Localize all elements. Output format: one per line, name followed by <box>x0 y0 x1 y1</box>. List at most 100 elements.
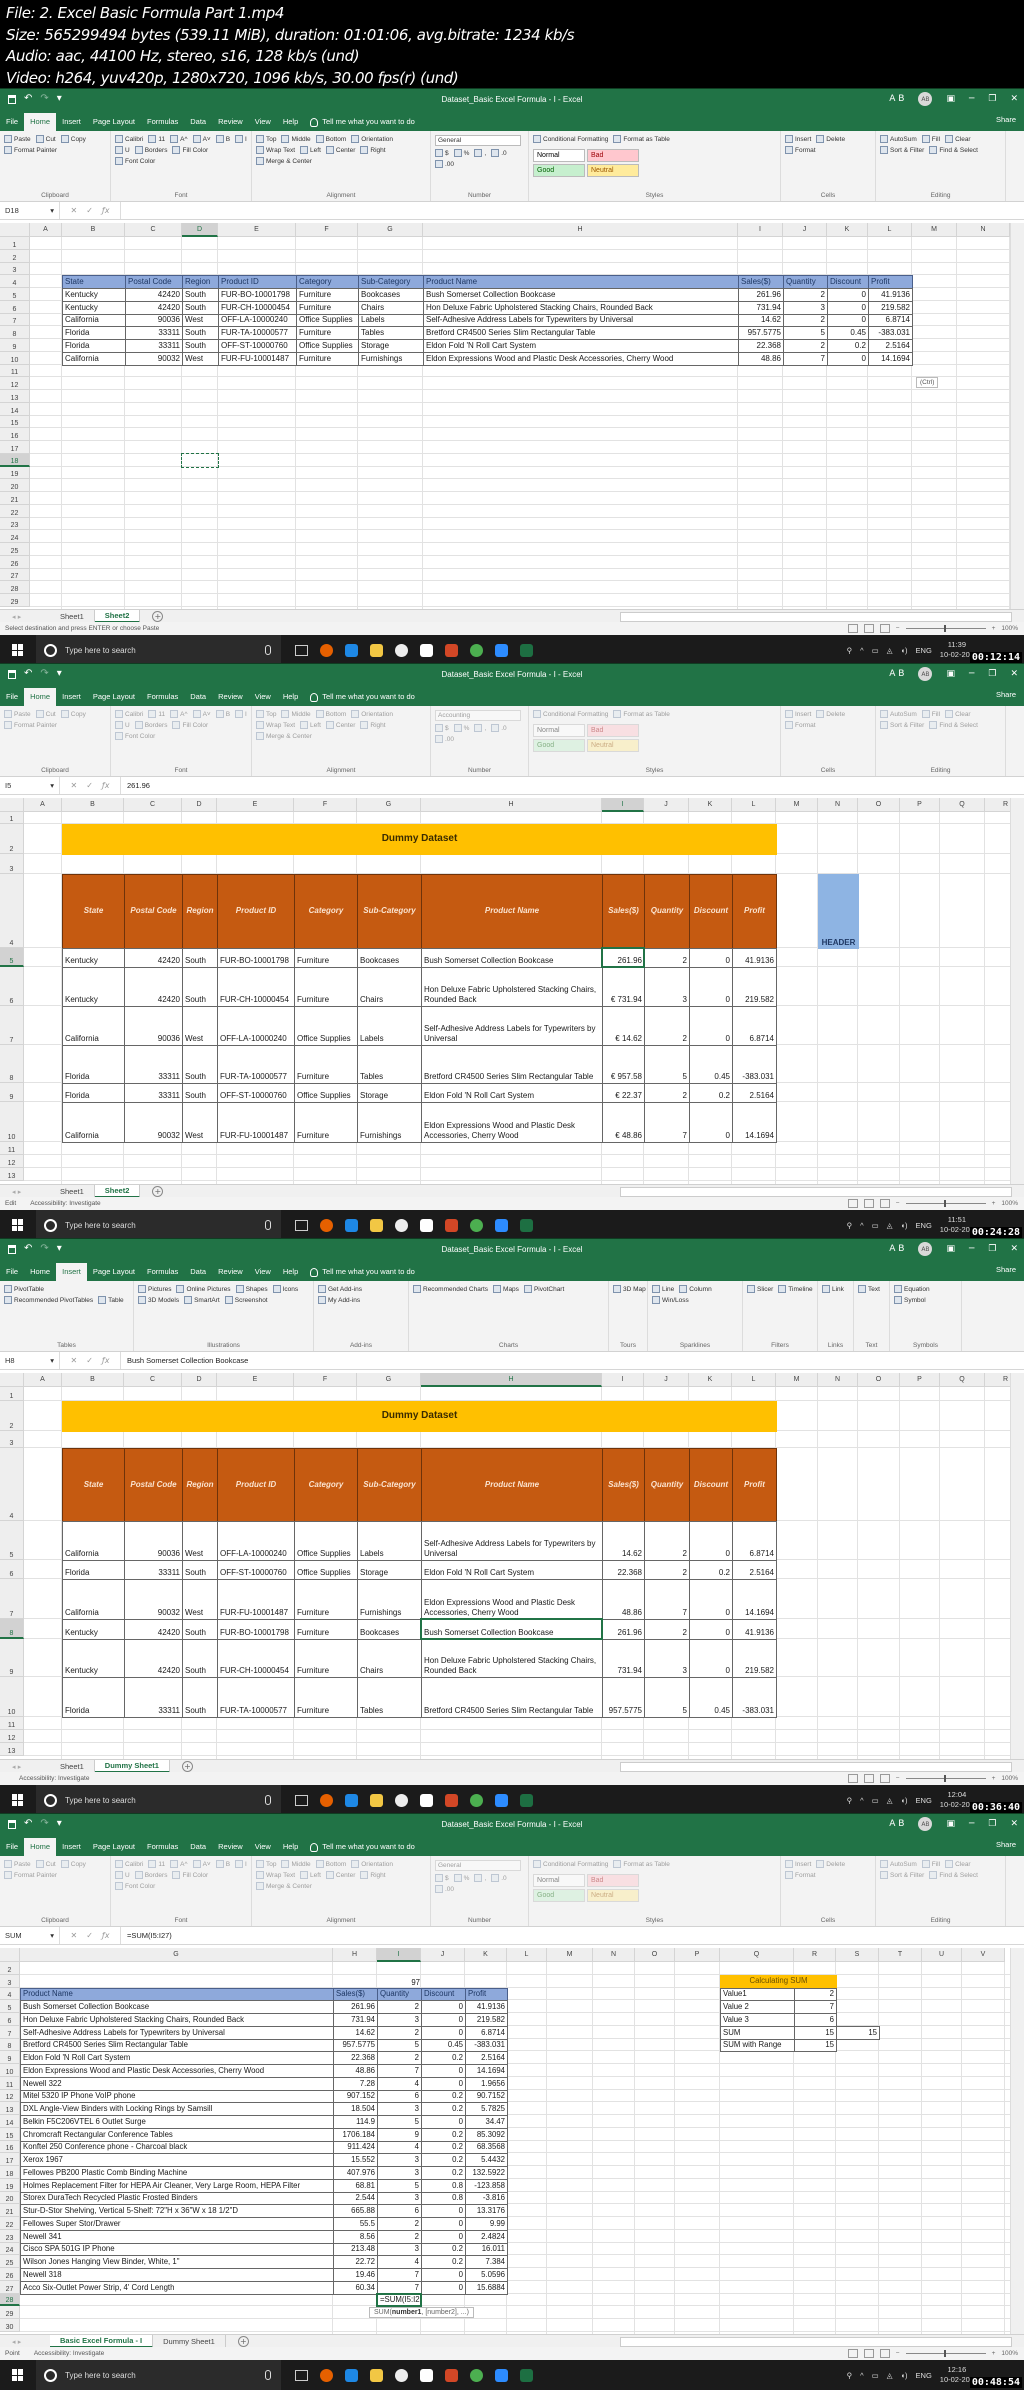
row-header[interactable]: 3 <box>0 262 30 276</box>
table-cell[interactable]: 2 <box>783 288 828 302</box>
table-cell[interactable]: South <box>182 1619 218 1640</box>
table-cell[interactable]: 13.3176 <box>465 2204 508 2218</box>
column-header[interactable]: I <box>738 223 783 237</box>
column-header[interactable]: K <box>465 1948 507 1962</box>
row-header[interactable]: 26 <box>0 2268 20 2281</box>
column-header[interactable]: P <box>675 1948 720 1962</box>
column-header[interactable]: K <box>689 798 732 812</box>
table-cell[interactable]: 2 <box>377 2000 422 2014</box>
column-header[interactable]: B <box>62 798 124 812</box>
table-cell[interactable]: Labels <box>358 313 424 328</box>
row-header[interactable]: 23 <box>0 517 30 531</box>
row-header[interactable]: 28 <box>0 2293 20 2307</box>
column-header[interactable]: S <box>836 1948 879 1962</box>
row-header[interactable]: 26 <box>0 555 30 569</box>
table-cell[interactable]: 0.2 <box>421 2051 466 2065</box>
table-cell[interactable]: FUR-CH-10000454 <box>217 967 295 1007</box>
table-cell[interactable]: 4 <box>377 2140 422 2155</box>
row-header[interactable]: 7 <box>0 313 30 327</box>
ribbon-button-font-color[interactable]: Font Color <box>115 157 155 165</box>
people-icon[interactable]: ⚲ <box>847 646 853 655</box>
table-cell[interactable]: West <box>182 1102 218 1143</box>
table-cell[interactable]: FUR-TA-10000577 <box>217 1045 295 1084</box>
worksheet-grid[interactable]: G H I J K L M N O P Q R S T U V 2 3 4 5 6 7 8 9 10 11 12 13 14 15 16 17… <box>0 1948 1010 2334</box>
ribbon-button--00[interactable]: .00 <box>435 160 454 168</box>
table-cell[interactable]: 14.1694 <box>732 1579 777 1620</box>
table-cell[interactable]: 3 <box>377 2153 422 2167</box>
row-header[interactable]: 7 <box>0 1006 24 1045</box>
row-header[interactable]: 2 <box>0 249 30 263</box>
column-header[interactable]: I <box>602 1373 644 1387</box>
column-header[interactable]: R <box>794 1948 836 1962</box>
table-cell[interactable]: 0 <box>689 1579 733 1620</box>
table-cell[interactable]: 2 <box>644 948 690 968</box>
row-header[interactable]: 27 <box>0 568 30 582</box>
table-cell[interactable]: Holmes Replacement Filter for HEPA Air C… <box>20 2178 334 2193</box>
row-header[interactable]: 3 <box>0 1431 24 1448</box>
network-icon[interactable]: ◬ <box>887 1221 893 1230</box>
table-header-cell[interactable]: State <box>62 275 126 289</box>
row-header[interactable]: 6 <box>0 1560 24 1579</box>
tab-formulas[interactable]: Formulas <box>141 688 184 706</box>
tab-insert[interactable]: Insert <box>56 688 87 706</box>
ribbon-button-find-select[interactable]: Find & Select <box>929 1871 978 1879</box>
column-header[interactable]: Q <box>720 1948 794 1962</box>
table-cell[interactable]: 0.45 <box>421 2038 466 2053</box>
ribbon-button--[interactable]: , <box>474 724 486 732</box>
table-cell[interactable]: 0.2 <box>689 1560 733 1580</box>
table-cell[interactable]: West <box>182 1579 218 1620</box>
table-cell[interactable]: 48.86 <box>738 351 784 366</box>
table-cell[interactable]: Tables <box>357 1677 422 1718</box>
table-cell[interactable]: Furniture <box>294 1639 358 1678</box>
table-cell[interactable]: Mitel 5320 IP Phone VoIP phone <box>20 2089 334 2104</box>
normal-view-icon[interactable] <box>847 1774 858 1783</box>
table-cell[interactable]: 55.5 <box>333 2217 378 2231</box>
column-header[interactable]: R <box>985 1373 1010 1387</box>
column-header[interactable]: K <box>827 223 868 237</box>
row-header[interactable]: 10 <box>0 2064 20 2077</box>
table-cell[interactable]: 18.504 <box>333 2102 378 2116</box>
table-header-cell[interactable]: Profit <box>732 1448 777 1522</box>
table-header-cell[interactable]: Sub-Category <box>357 874 422 949</box>
table-cell[interactable]: 22.72 <box>333 2255 378 2269</box>
table-cell[interactable]: 42420 <box>124 1639 183 1678</box>
table-cell[interactable]: 0 <box>421 2013 466 2027</box>
table-cell[interactable]: 0.2 <box>421 2242 466 2257</box>
ribbon-button--0[interactable]: .0 <box>491 724 507 732</box>
enter-entry-icon[interactable]: ✓ <box>86 781 93 790</box>
table-cell[interactable]: Value 3 <box>720 2013 795 2027</box>
table-cell[interactable]: West <box>182 313 219 328</box>
network-icon[interactable]: ◬ <box>887 2371 893 2380</box>
input-language[interactable]: ENG <box>916 646 932 655</box>
normal-view-icon[interactable] <box>847 1199 858 1208</box>
table-cell[interactable]: 2 <box>644 1083 690 1103</box>
row-header[interactable]: 22 <box>0 2217 20 2230</box>
cell-style-good[interactable]: Good <box>533 164 585 177</box>
taskbar-search-box[interactable]: Type here to search <box>36 2360 281 2390</box>
row-header[interactable]: 6 <box>0 2013 20 2026</box>
microphone-icon[interactable] <box>265 1220 271 1230</box>
table-cell[interactable]: 8.56 <box>333 2229 378 2244</box>
table-cell[interactable]: 731.94 <box>333 2013 378 2027</box>
table-cell[interactable]: 6.8714 <box>732 1521 777 1561</box>
row-header[interactable]: 8 <box>0 1045 24 1083</box>
table-cell[interactable]: 0.2 <box>689 1083 733 1103</box>
cell-style-bad[interactable]: Bad <box>587 1874 639 1887</box>
ribbon-button--[interactable]: % <box>453 724 469 732</box>
table-cell[interactable]: 7 <box>377 2268 422 2282</box>
tab-formulas[interactable]: Formulas <box>141 113 184 131</box>
windows-start-icon[interactable] <box>12 1794 24 1806</box>
row-header[interactable]: 18 <box>0 453 30 467</box>
zoom-out-icon[interactable]: − <box>896 2350 900 2357</box>
ribbon-button-i[interactable]: I <box>235 135 247 143</box>
cancel-entry-icon[interactable]: ✕ <box>71 781 78 790</box>
cancel-entry-icon[interactable]: ✕ <box>71 1356 78 1365</box>
table-cell[interactable]: 5.4432 <box>465 2153 508 2167</box>
microphone-icon[interactable] <box>265 2370 271 2380</box>
ribbon-button-text[interactable]: Text <box>858 1285 880 1293</box>
ribbon-button-pivottable[interactable]: PivotTable <box>4 1285 44 1293</box>
ribbon-button-link[interactable]: Link <box>822 1285 844 1293</box>
column-header[interactable]: J <box>644 798 689 812</box>
table-header-cell[interactable]: Region <box>182 874 218 949</box>
ribbon-button-find-select[interactable]: Find & Select <box>929 721 978 729</box>
